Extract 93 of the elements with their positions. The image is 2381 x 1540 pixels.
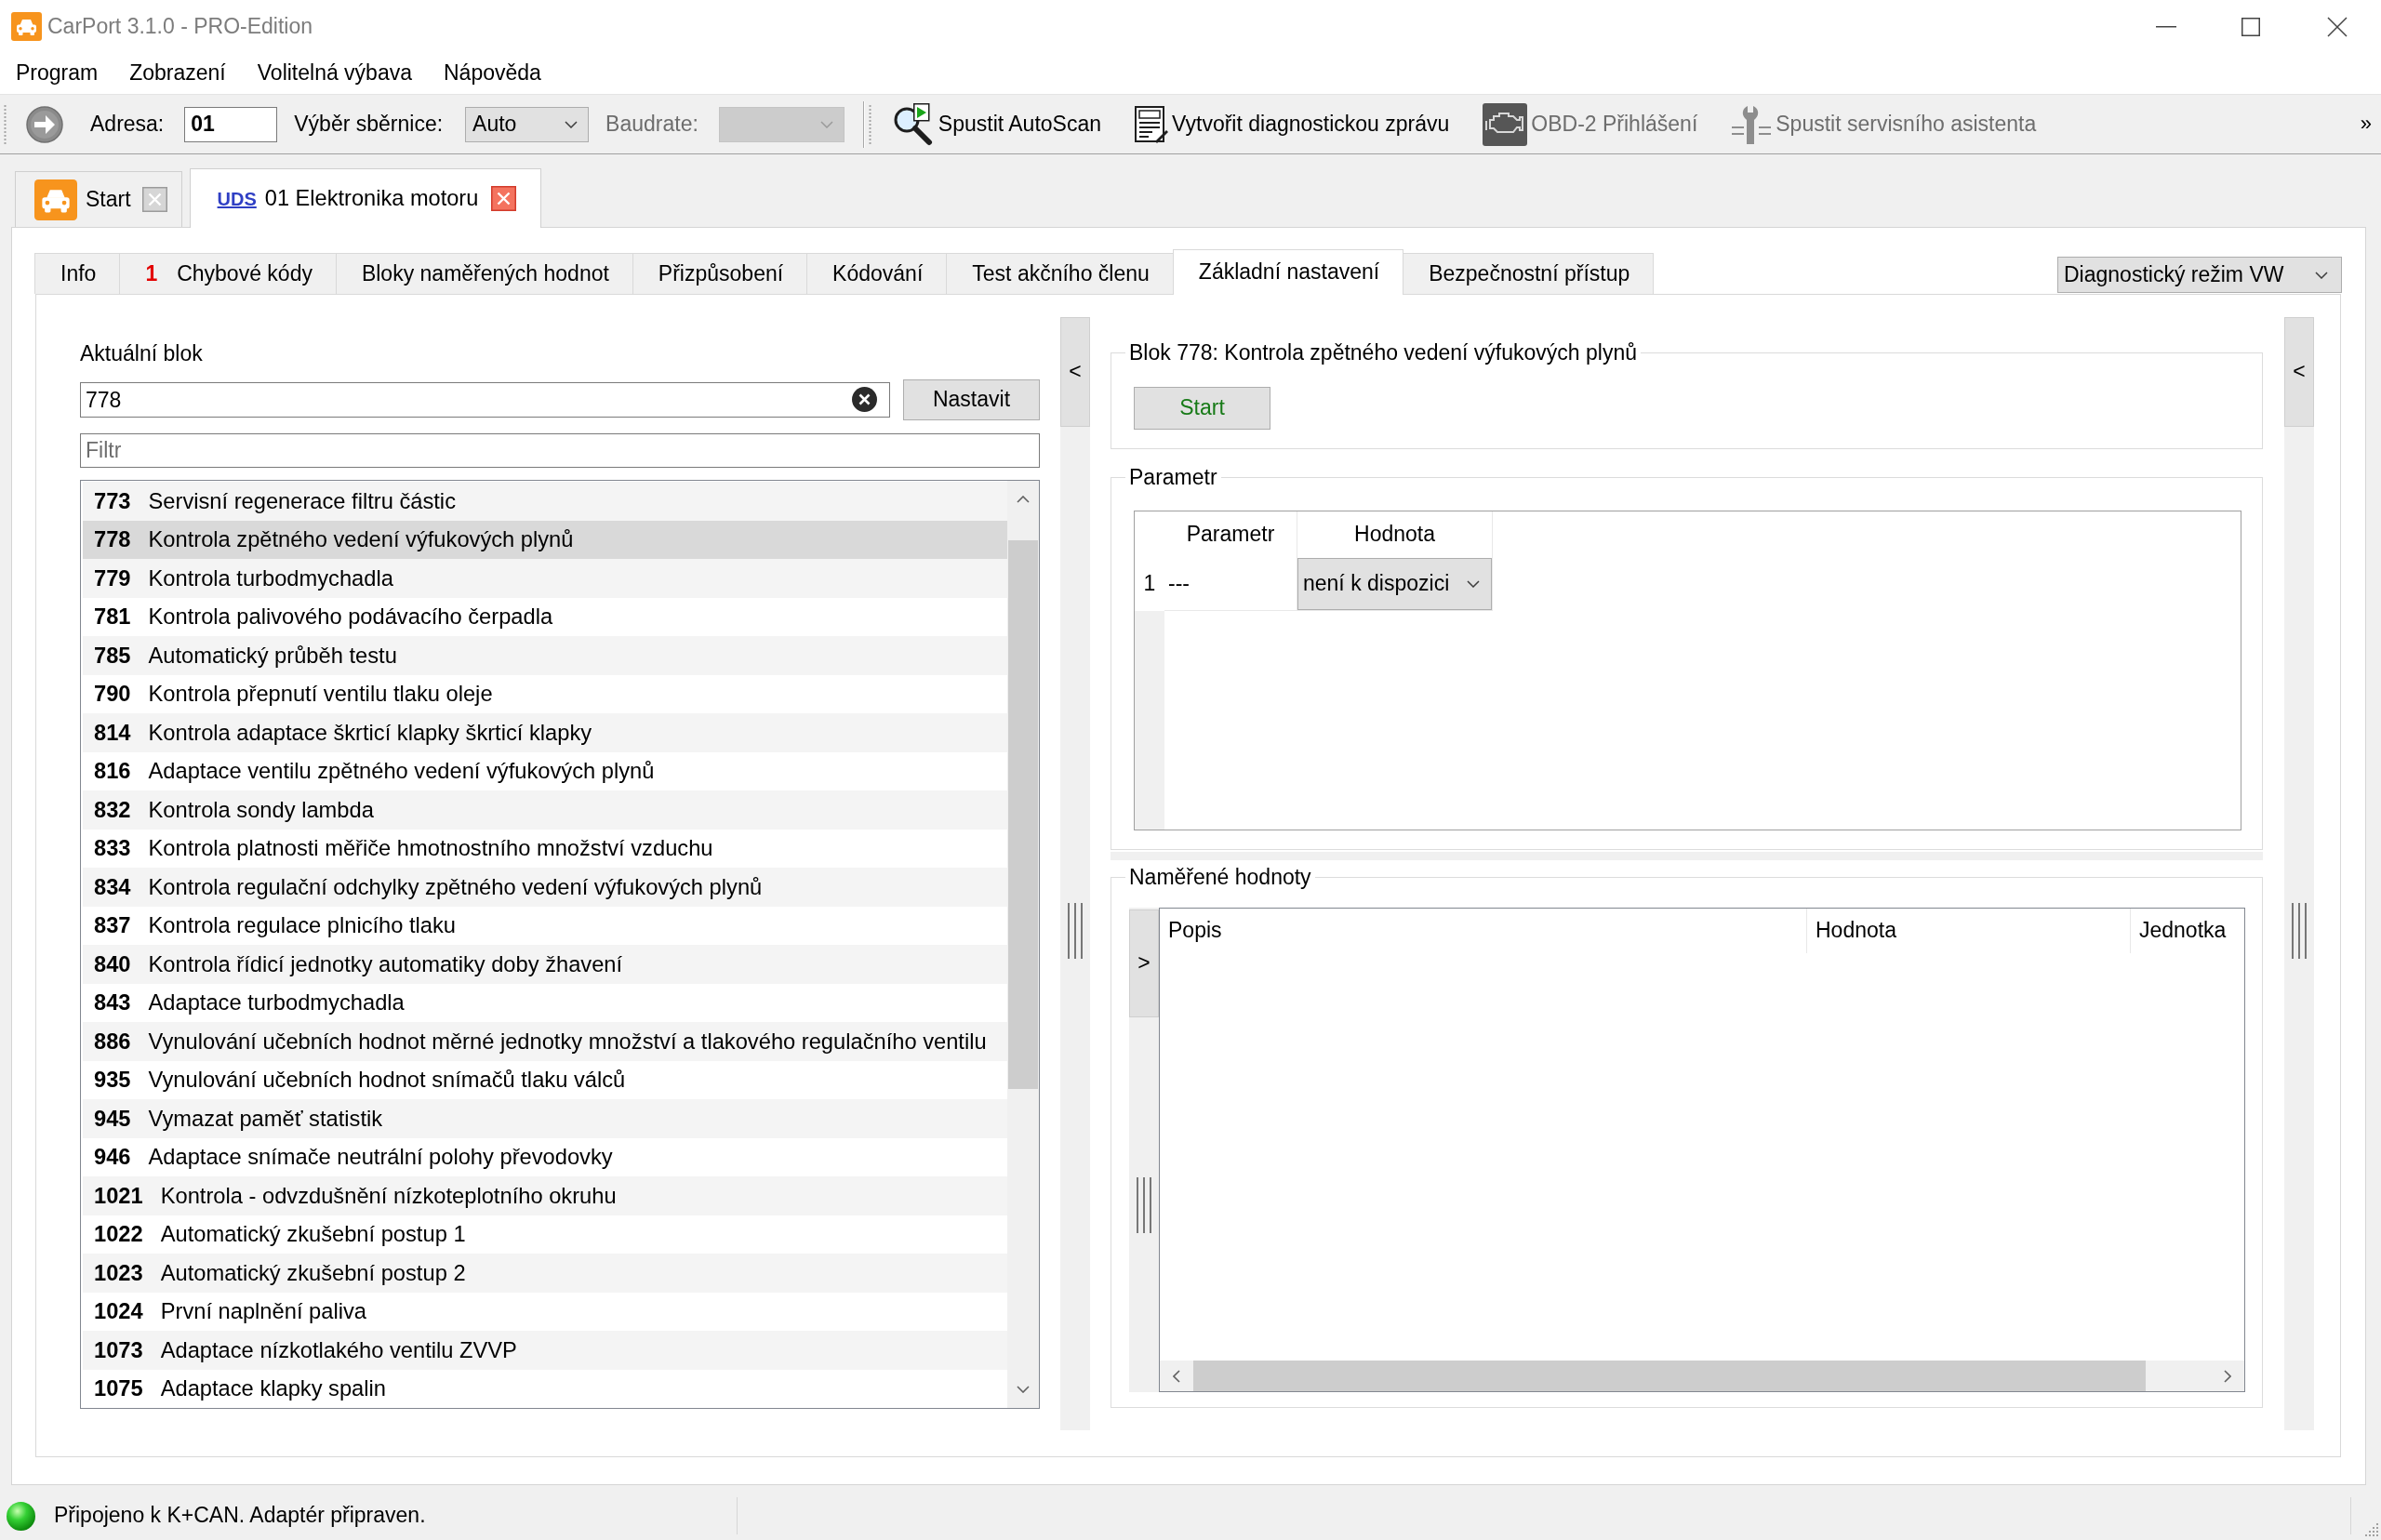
car-icon	[34, 179, 77, 220]
caret-icon	[2315, 271, 2328, 279]
mode-dropdown[interactable]: Diagnostický režim VW	[2057, 257, 2342, 293]
panel-toggle-button[interactable]: <	[2284, 317, 2314, 427]
field-label: Baudrate:	[605, 111, 698, 138]
value-dropdown[interactable]: není k dispozici	[1297, 558, 1492, 610]
list-item[interactable]: 1021 Kontrola - odvzdušnění nízkoteplotního okruhu	[83, 1176, 1007, 1215]
list-item[interactable]: 779 Kontrola turbodmychadla	[83, 559, 1007, 598]
list-item[interactable]: 773 Servisní regenerace filtru částic	[83, 482, 1007, 521]
scrollbar-thumb[interactable]	[1008, 540, 1038, 1089]
group-title: Blok 778: Kontrola zpětného vedení výfukových plynů	[1128, 339, 1638, 365]
list-item[interactable]: 1024 První naplnění paliva	[83, 1292, 1007, 1331]
column-header: Hodnota	[1297, 511, 1493, 557]
column-header: Parametr	[1164, 511, 1297, 557]
list-item[interactable]: 946 Adaptace snímače neutrální polohy převodovky	[83, 1137, 1007, 1176]
document-tab[interactable]: Start	[15, 171, 182, 227]
start-button[interactable]: Start	[1134, 387, 1270, 430]
toolbar-button[interactable]: Spustit AutoScan	[888, 99, 1104, 150]
maximize-icon[interactable]	[2241, 17, 2260, 36]
list-item[interactable]: 778 Kontrola zpětného vedení výfukových plynů	[83, 520, 1007, 559]
caret-icon	[819, 120, 833, 128]
address-field[interactable]: 01	[184, 106, 278, 142]
tab[interactable]: Přizpůsobení	[632, 253, 808, 294]
list-item[interactable]: 945 Vymazat paměť statistik	[83, 1099, 1007, 1138]
toolbar-grip-icon[interactable]	[868, 103, 871, 145]
chevron-left-icon[interactable]	[1173, 1369, 1180, 1383]
minimize-icon[interactable]	[2156, 25, 2176, 28]
column-header: Hodnota	[1807, 909, 2131, 953]
field-label: Aktuální blok	[80, 340, 203, 366]
row-header: 1	[1142, 570, 1157, 598]
document-icon	[1135, 105, 1168, 143]
group-title: Parametr	[1128, 464, 1218, 490]
list-item[interactable]: 886 Vynulování učebních hodnot měrné jednotky množství a tlakového regulačního ventilu	[83, 1022, 1007, 1061]
list-item[interactable]: 843 Adaptace turbodmychadla	[83, 983, 1007, 1022]
group-title: Naměřené hodnoty	[1128, 864, 1312, 890]
arrow-right-icon[interactable]	[26, 105, 63, 143]
caret-icon	[565, 120, 579, 128]
list-item[interactable]: 840 Kontrola řídicí jednotky automatiky doby žhavení	[83, 945, 1007, 984]
list-item[interactable]: 816 Adaptace ventilu zpětného vedení výfukových plynů	[83, 751, 1007, 790]
list-item[interactable]: 833 Kontrola platnosti měřiče hmotnostního množství vzduchu	[83, 829, 1007, 868]
toolbar-grip-icon[interactable]	[4, 103, 7, 145]
list-item[interactable]: 790 Kontrola přepnutí ventilu tlaku oleje	[83, 674, 1007, 713]
list-item[interactable]: 832 Kontrola sondy lambda	[83, 790, 1007, 830]
list-item[interactable]: 1023 Automatický zkušební postup 2	[83, 1254, 1007, 1293]
close-icon[interactable]	[491, 186, 517, 211]
list-item[interactable]: 1073 Adaptace nízkotlakého ventilu ZVVP	[83, 1331, 1007, 1370]
menu-item[interactable]: Volitelná výbava	[241, 55, 428, 92]
list-item[interactable]: 814 Kontrola adaptace škrticí klapky škrticí klapky	[83, 713, 1007, 752]
filter-field[interactable]: Filtr	[80, 433, 1040, 468]
field-label: Adresa:	[90, 111, 165, 138]
car-icon	[11, 12, 42, 41]
chevron-down-icon[interactable]	[1017, 1386, 1030, 1393]
panel-toggle-button[interactable]: >	[1129, 909, 1159, 1017]
tab[interactable]: Bezpečnostní přístup	[1403, 253, 1655, 294]
clear-icon[interactable]	[852, 387, 877, 412]
grip-icon[interactable]	[2291, 903, 2308, 959]
block-number-field[interactable]: 778	[80, 382, 890, 418]
status-text: Připojeno k K+CAN. Adaptér připraven.	[54, 1503, 426, 1529]
menu-item[interactable]: Program	[0, 55, 114, 92]
list-item[interactable]: 1075 Adaptace klapky spalin	[83, 1369, 1007, 1408]
field-label: Výběr sběrnice:	[294, 111, 444, 138]
grip-icon[interactable]	[1067, 903, 1084, 959]
tab[interactable]: Bloky naměřených hodnot	[335, 253, 633, 294]
document-tab[interactable]: UDS 01 Elektronika motoru	[189, 168, 542, 228]
panel-toggle-button[interactable]: <	[1060, 317, 1090, 427]
list-item[interactable]: 1022 Automatický zkušební postup 1	[83, 1215, 1007, 1254]
chevron-right-icon[interactable]	[2224, 1369, 2231, 1383]
bus-dropdown[interactable]: Auto	[465, 106, 590, 142]
grip-icon[interactable]	[1136, 1177, 1152, 1233]
menu-item[interactable]: Nápověda	[428, 55, 557, 92]
list-item[interactable]: 781 Kontrola palivového podávacího čerpadla	[83, 597, 1007, 636]
caret-icon	[1467, 580, 1480, 588]
tab[interactable]: Základní nastavení	[1172, 249, 1404, 295]
chevron-up-icon[interactable]	[1017, 496, 1030, 503]
column-header: Popis	[1160, 909, 1807, 953]
close-icon[interactable]	[2327, 16, 2348, 37]
toolbar-button[interactable]: Vytvořit diagnostickou zprávu	[1132, 101, 1453, 147]
column-header: Jednotka	[2138, 917, 2228, 945]
list-item[interactable]: 935 Vynulování učebních hodnot snímačů tlaku válců	[83, 1060, 1007, 1099]
tab[interactable]: Test akčního členu	[946, 253, 1174, 294]
scrollbar[interactable]	[1007, 481, 1039, 1408]
tab[interactable]: 1 Chybové kódy	[119, 253, 337, 294]
list-item[interactable]: 834 Kontrola regulační odchylky zpětného vedení výfukových plynů	[83, 868, 1007, 907]
engine-icon	[1483, 102, 1528, 146]
list-item[interactable]: 837 Kontrola regulace plnicího tlaku	[83, 906, 1007, 945]
list-item[interactable]: 785 Automatický průběh testu	[83, 636, 1007, 675]
overflow-button[interactable]: »	[2358, 112, 2374, 137]
tab[interactable]: Info	[34, 253, 121, 294]
tab[interactable]: Kódování	[806, 253, 948, 294]
set-button[interactable]: Nastavit	[903, 379, 1040, 420]
window-title: CarPort 3.1.0 - PRO-Edition	[47, 13, 313, 40]
menu-item[interactable]: Zobrazení	[113, 55, 242, 92]
resize-grip-icon[interactable]	[2365, 1523, 2378, 1536]
